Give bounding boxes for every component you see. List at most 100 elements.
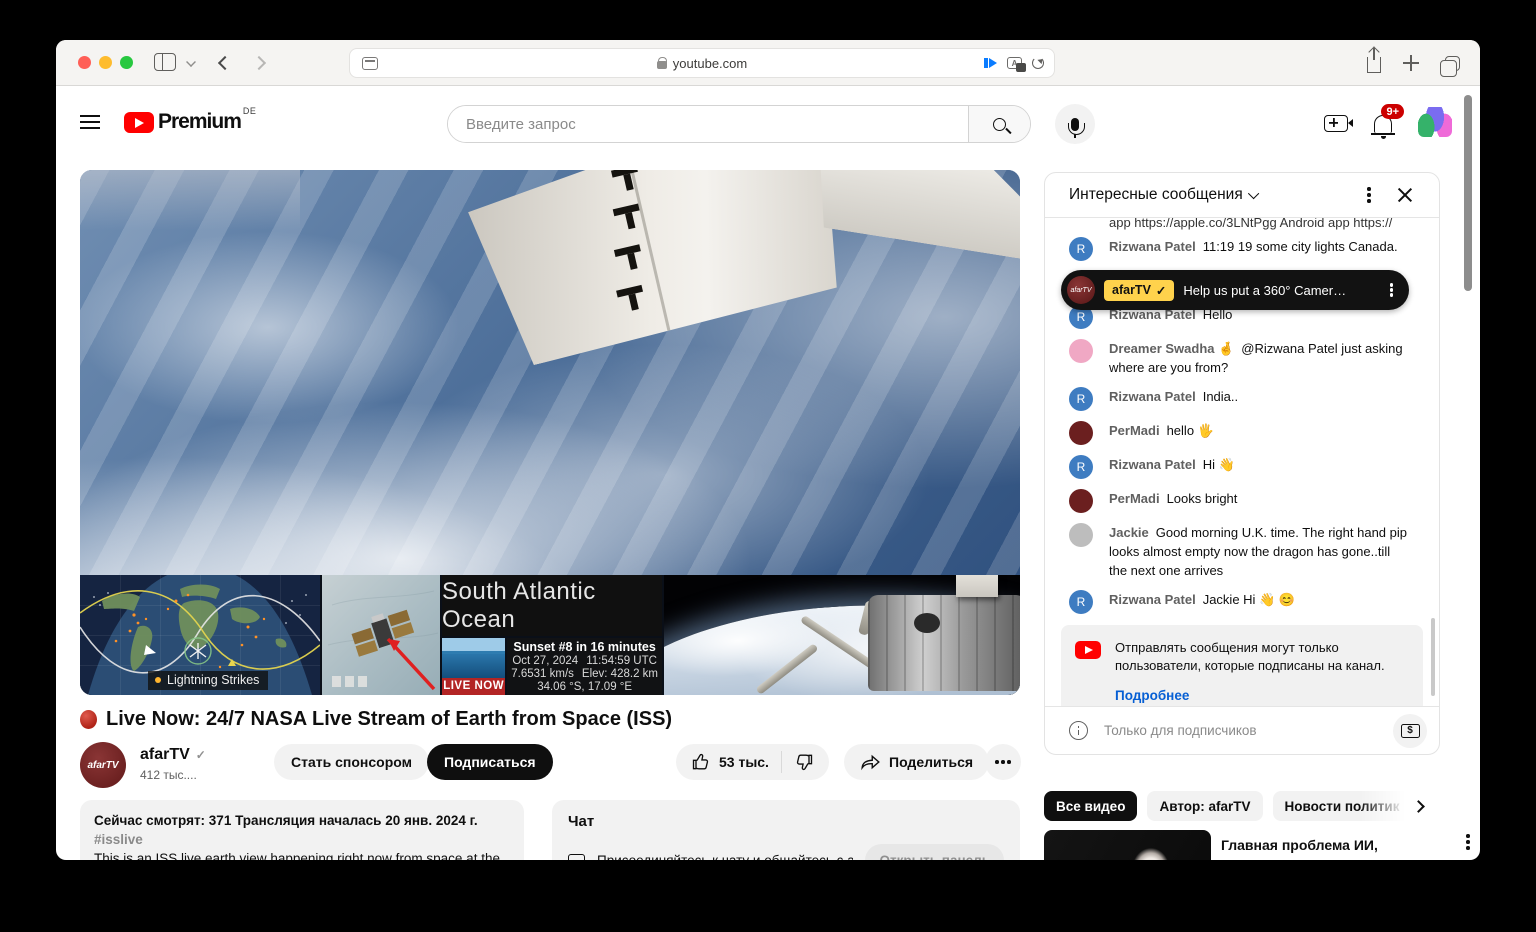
notice-text: Отправлять сообщения могут только пользо…	[1115, 640, 1385, 673]
youtube-premium-logo[interactable]: Premium DE	[124, 108, 256, 134]
browser-share-icon[interactable]	[1367, 57, 1381, 73]
traffic-lights	[78, 56, 133, 69]
message-author: Jackie	[1109, 525, 1149, 540]
hashtag[interactable]: #isslive	[94, 832, 143, 847]
like-button[interactable]: 53 тыс.	[676, 744, 781, 780]
message-text: Good morning U.K. time. The right hand p…	[1109, 525, 1407, 578]
sponsor-button[interactable]: Стать спонсором	[274, 744, 429, 780]
dislike-button[interactable]	[782, 744, 829, 780]
account-avatar[interactable]	[1418, 107, 1452, 137]
avatar	[1069, 489, 1093, 513]
earth-limb-view	[662, 575, 1020, 695]
avatar: R	[1069, 590, 1093, 614]
message-author: Rizwana Patel	[1109, 457, 1196, 472]
browser-toolbar: youtube.com A	[56, 40, 1480, 86]
subscribe-button[interactable]: Подписаться	[427, 744, 553, 780]
chat-message: PerMadiLooks bright	[1045, 484, 1439, 518]
logo-region: DE	[243, 106, 257, 116]
chip-all-videos[interactable]: Все видео	[1044, 791, 1137, 821]
chat-scrollbar[interactable]	[1431, 618, 1435, 696]
mic-icon	[1071, 118, 1079, 131]
search-button[interactable]	[968, 106, 1030, 142]
search-input[interactable]	[448, 106, 968, 142]
message-text: India..	[1203, 389, 1238, 404]
superchat-button[interactable]: $	[1393, 714, 1427, 748]
chat-close-button[interactable]	[1387, 177, 1423, 213]
kebab-icon[interactable]	[1390, 288, 1394, 292]
lightning-strikes-label: Lightning Strikes	[148, 671, 268, 690]
new-tab-icon[interactable]	[1403, 55, 1419, 71]
video-player[interactable]: Lightning Strikes	[80, 170, 1020, 695]
chevron-down-icon	[1248, 188, 1259, 199]
related-video-title[interactable]: Главная проблема ИИ,	[1221, 830, 1446, 860]
thumbs-up-icon	[691, 752, 711, 772]
kebab-icon	[1466, 840, 1470, 844]
open-panel-button[interactable]: Открыть панель	[865, 844, 1004, 860]
chat-messages-list[interactable]: app https://apple.co/3LNtPgg Android app…	[1045, 218, 1439, 706]
like-dislike-group: 53 тыс.	[676, 744, 829, 780]
chat-join-text: Присоединяйтесь к чату и общайтесь с а..…	[597, 853, 853, 860]
url-host: youtube.com	[673, 56, 747, 71]
page-settings-icon[interactable]	[362, 57, 378, 70]
youtube-play-icon	[124, 112, 154, 133]
create-video-icon[interactable]	[1324, 115, 1348, 132]
chat-bubble-icon	[568, 854, 585, 861]
share-button[interactable]: Поделиться	[844, 744, 989, 780]
chips-next-button[interactable]	[1404, 792, 1432, 820]
like-count: 53 тыс.	[719, 754, 769, 770]
message-text: 11:19 19 some city lights Canada.	[1203, 239, 1398, 254]
chip-from-author[interactable]: Автор: afarTV	[1147, 791, 1262, 821]
check-icon: ✓	[1156, 283, 1166, 298]
message-author: Rizwana Patel	[1109, 389, 1196, 404]
page-scrollbar[interactable]	[1464, 95, 1472, 291]
related-video-menu[interactable]	[1456, 830, 1480, 860]
share-arrow-icon	[860, 753, 881, 771]
more-actions-button[interactable]	[985, 744, 1021, 780]
message-author: Rizwana Patel	[1109, 239, 1196, 254]
reload-icon[interactable]	[1032, 57, 1044, 69]
overlay-strip: Lightning Strikes	[80, 575, 1020, 695]
channel-avatar[interactable]: afarTV	[80, 742, 126, 788]
address-bar[interactable]: youtube.com A	[349, 48, 1055, 78]
chat-input-placeholder: Только для подписчиков	[1104, 723, 1377, 738]
message-text: Jackie Hi 👋 😊	[1203, 592, 1295, 607]
meatball-icon	[1001, 760, 1005, 764]
translate-icon[interactable]: A	[1007, 57, 1022, 69]
pinned-author-badge: afarTV✓	[1104, 280, 1174, 301]
tab-overview-icon[interactable]	[1445, 56, 1460, 71]
chat-message: R Rizwana PatelHi 👋	[1045, 450, 1439, 484]
sidebar-toggle-icon[interactable]	[154, 53, 176, 71]
live-now-badge: LIVE NOW	[442, 678, 505, 695]
forward-button[interactable]	[252, 56, 266, 70]
chat-filter-dropdown[interactable]: Интересные сообщения	[1069, 186, 1259, 204]
notifications-button[interactable]: 9+	[1374, 111, 1392, 133]
tracker-page-dots[interactable]	[332, 676, 367, 687]
chevron-right-icon	[1412, 800, 1425, 813]
learn-more-link[interactable]: Подробнее	[1115, 687, 1189, 705]
chat-menu-button[interactable]	[1351, 177, 1387, 213]
pinned-message[interactable]: afarTV afarTV✓ Help us put a 360° Camer…	[1061, 270, 1409, 310]
channel-name[interactable]: afarTV	[140, 746, 190, 764]
chevron-down-icon[interactable]	[186, 57, 196, 67]
zoom-window-button[interactable]	[120, 56, 133, 69]
live-chat-panel: Интересные сообщения app https://apple.c…	[1044, 172, 1440, 755]
location-label: South Atlantic Ocean	[442, 575, 662, 636]
screenshot-stage: youtube.com A Premium DE	[0, 0, 1536, 932]
back-button[interactable]	[218, 56, 232, 70]
avatar: R	[1069, 237, 1093, 261]
minimize-window-button[interactable]	[99, 56, 112, 69]
menu-icon[interactable]	[80, 115, 100, 129]
voice-search-button[interactable]	[1055, 104, 1095, 144]
related-video-thumbnail[interactable]	[1044, 830, 1211, 860]
close-window-button[interactable]	[78, 56, 91, 69]
ocean-thumbnail	[442, 638, 505, 678]
related-video-item[interactable]: Главная проблема ИИ,	[1044, 830, 1480, 860]
clipped-message: app https://apple.co/3LNtPgg Android app…	[1109, 218, 1415, 230]
message-text: hello 🖐	[1167, 423, 1214, 438]
message-text: Hi 👋	[1203, 457, 1235, 472]
chat-message: PerMadihello 🖐	[1045, 416, 1439, 450]
description-box[interactable]: Сейчас смотрят: 371 Трансляция началась …	[80, 800, 524, 860]
subscribers-only-notice: Отправлять сообщения могут только пользо…	[1061, 625, 1423, 706]
audio-playing-icon[interactable]	[989, 58, 997, 68]
search-icon	[993, 118, 1006, 131]
